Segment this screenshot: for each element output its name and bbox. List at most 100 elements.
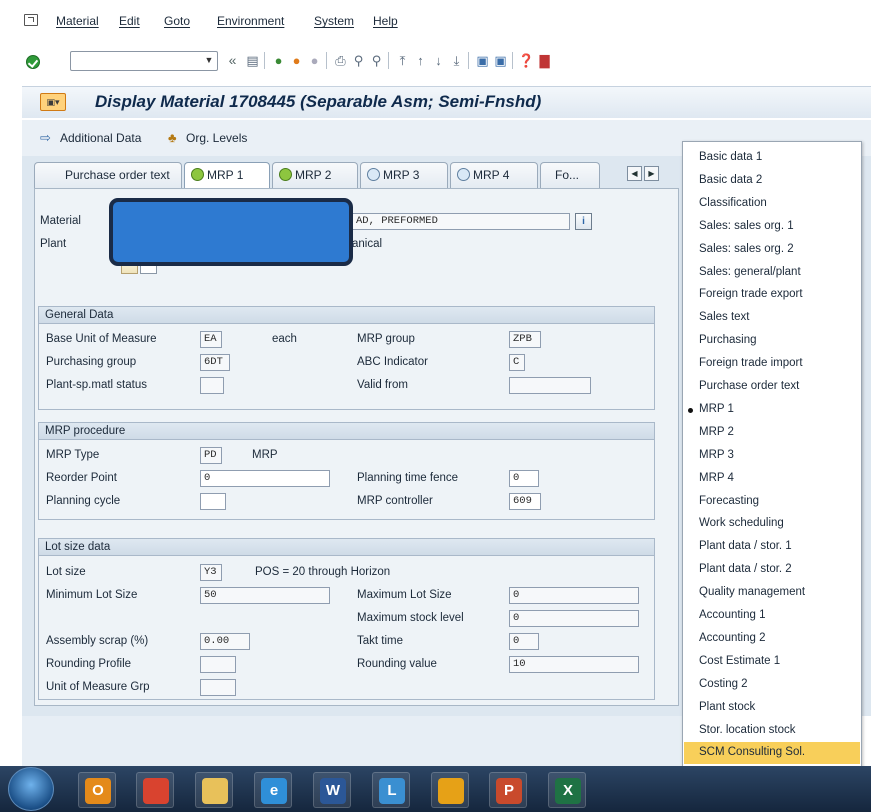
print-icon[interactable]: ⎙ bbox=[332, 52, 349, 69]
view-option[interactable]: SCM Consulting Sol. bbox=[699, 746, 805, 758]
enter-check-icon[interactable] bbox=[26, 55, 40, 69]
first-page-icon[interactable]: ⤒ bbox=[394, 52, 411, 69]
view-option[interactable]: Sales: sales org. 1 bbox=[699, 220, 794, 232]
new-session-icon[interactable]: ▣ bbox=[474, 52, 491, 69]
rounding-profile-field[interactable] bbox=[200, 656, 236, 673]
view-option[interactable]: Basic data 1 bbox=[699, 151, 762, 163]
max-stock-level-field[interactable]: 0 bbox=[509, 610, 639, 627]
customize-layout-icon[interactable]: ▇ bbox=[536, 52, 553, 69]
help-icon[interactable]: ❓ bbox=[518, 52, 535, 69]
view-option[interactable]: Costing 2 bbox=[699, 678, 748, 690]
planning-cycle-field[interactable] bbox=[200, 493, 226, 510]
views-dropdown: Basic data 1 Basic data 2 Classification Sa… bbox=[682, 141, 862, 773]
org-levels-button[interactable]: Org. Levels bbox=[186, 131, 247, 145]
back-icon[interactable]: ● bbox=[270, 52, 287, 69]
purchasing-group-field[interactable]: 6DT bbox=[200, 354, 230, 371]
tab-scroll-left-icon[interactable]: ◀ bbox=[627, 166, 642, 181]
plant-status-field[interactable] bbox=[200, 377, 224, 394]
tab-mrp-2[interactable]: MRP 2 bbox=[272, 162, 358, 188]
view-option[interactable]: Plant stock bbox=[699, 701, 755, 713]
lot-size-field[interactable]: Y3 bbox=[200, 564, 222, 581]
mrp-type-field[interactable]: PD bbox=[200, 447, 222, 464]
view-option[interactable]: Basic data 2 bbox=[699, 174, 762, 186]
menu-edit[interactable]: Edit bbox=[119, 14, 140, 28]
view-option[interactable]: Stor. location stock bbox=[699, 724, 796, 736]
info-icon[interactable]: i bbox=[575, 213, 592, 230]
taskbar-powerpoint-button[interactable]: P bbox=[489, 772, 527, 808]
view-option[interactable]: Quality management bbox=[699, 586, 805, 598]
shortcut-icon[interactable]: ▣ bbox=[492, 52, 509, 69]
valid-from-field[interactable] bbox=[509, 377, 591, 394]
taskbar-word-button[interactable]: W bbox=[313, 772, 351, 808]
cancel-icon[interactable]: ● bbox=[306, 52, 323, 69]
view-option[interactable]: Plant data / stor. 1 bbox=[699, 540, 792, 552]
taskbar-explorer-button[interactable] bbox=[195, 772, 233, 808]
title-menu-icon[interactable]: ▣▾ bbox=[40, 93, 66, 111]
taskbar-outlook-button[interactable]: O bbox=[78, 772, 116, 808]
view-option[interactable]: Accounting 2 bbox=[699, 632, 766, 644]
menu-material[interactable]: Material bbox=[56, 14, 99, 28]
view-option[interactable]: Cost Estimate 1 bbox=[699, 655, 780, 667]
base-uom-field[interactable]: EA bbox=[200, 331, 222, 348]
uom-grp-field[interactable] bbox=[200, 679, 236, 696]
start-button-icon[interactable] bbox=[8, 767, 54, 811]
menu-window-icon[interactable] bbox=[24, 14, 38, 26]
view-option[interactable]: MRP 1 bbox=[699, 403, 734, 415]
view-option[interactable]: Sales: general/plant bbox=[699, 266, 801, 278]
taskbar-lync-button[interactable]: L bbox=[372, 772, 410, 808]
min-lot-size-label: Minimum Lot Size bbox=[46, 589, 138, 601]
view-option[interactable]: Plant data / stor. 2 bbox=[699, 563, 792, 575]
view-option[interactable]: Sales: sales org. 2 bbox=[699, 243, 794, 255]
tab-mrp-3[interactable]: MRP 3 bbox=[360, 162, 448, 188]
max-lot-size-field[interactable]: 0 bbox=[509, 587, 639, 604]
min-lot-size-field[interactable]: 50 bbox=[200, 587, 330, 604]
last-page-icon[interactable]: ⤓ bbox=[448, 52, 465, 69]
rounding-value-field[interactable]: 10 bbox=[509, 656, 639, 673]
tab-mrp-1[interactable]: MRP 1 bbox=[184, 162, 270, 188]
view-option[interactable]: Purchasing bbox=[699, 334, 757, 346]
view-option[interactable]: Accounting 1 bbox=[699, 609, 766, 621]
previous-page-icon[interactable]: ↑ bbox=[412, 52, 429, 69]
material-description-field: AD, PREFORMED bbox=[352, 213, 570, 230]
find-next-icon[interactable]: ⚲ bbox=[368, 52, 385, 69]
command-field[interactable] bbox=[70, 51, 218, 71]
abc-indicator-field[interactable]: C bbox=[509, 354, 525, 371]
tab-scroll-right-icon[interactable]: ▶ bbox=[644, 166, 659, 181]
view-option[interactable]: Forecasting bbox=[699, 495, 759, 507]
reorder-point-field[interactable]: 0 bbox=[200, 470, 330, 487]
menu-help[interactable]: Help bbox=[373, 14, 398, 28]
taskbar-chrome-button[interactable] bbox=[136, 772, 174, 808]
mrp-controller-field[interactable]: 609 bbox=[509, 493, 541, 510]
takt-time-field[interactable]: 0 bbox=[509, 633, 539, 650]
taskbar-ie-button[interactable]: e bbox=[254, 772, 292, 808]
view-option[interactable]: MRP 2 bbox=[699, 426, 734, 438]
tab-forecasting[interactable]: Fo... bbox=[540, 162, 600, 188]
taskbar-sap-button[interactable] bbox=[431, 772, 469, 808]
menu-environment[interactable]: Environment bbox=[217, 14, 284, 28]
history-back-icon[interactable]: « bbox=[224, 52, 241, 69]
taskbar-excel-button[interactable]: X bbox=[548, 772, 586, 808]
tab-mrp-4[interactable]: MRP 4 bbox=[450, 162, 538, 188]
assembly-scrap-field[interactable]: 0.00 bbox=[200, 633, 250, 650]
max-lot-size-label: Maximum Lot Size bbox=[357, 589, 452, 601]
view-option[interactable]: Sales text bbox=[699, 311, 750, 323]
additional-data-button[interactable]: Additional Data bbox=[60, 131, 141, 145]
view-option[interactable]: MRP 4 bbox=[699, 472, 734, 484]
next-page-icon[interactable]: ↓ bbox=[430, 52, 447, 69]
valid-from-label: Valid from bbox=[357, 379, 408, 391]
command-dropdown-arrow-icon[interactable]: ▼ bbox=[202, 53, 216, 68]
planning-time-fence-field[interactable]: 0 bbox=[509, 470, 539, 487]
view-option[interactable]: Foreign trade import bbox=[699, 357, 803, 369]
view-option[interactable]: Work scheduling bbox=[699, 517, 784, 529]
view-option[interactable]: Purchase order text bbox=[699, 380, 799, 392]
mrp-group-field[interactable]: ZPB bbox=[509, 331, 541, 348]
tab-purchase-order-text[interactable]: Purchase order text bbox=[34, 162, 182, 188]
find-icon[interactable]: ⚲ bbox=[350, 52, 367, 69]
menu-goto[interactable]: Goto bbox=[164, 14, 190, 28]
menu-system[interactable]: System bbox=[314, 14, 354, 28]
exit-icon[interactable]: ● bbox=[288, 52, 305, 69]
view-option[interactable]: Foreign trade export bbox=[699, 288, 803, 300]
view-option[interactable]: MRP 3 bbox=[699, 449, 734, 461]
view-option[interactable]: Classification bbox=[699, 197, 767, 209]
save-icon[interactable]: ▤ bbox=[244, 52, 261, 69]
